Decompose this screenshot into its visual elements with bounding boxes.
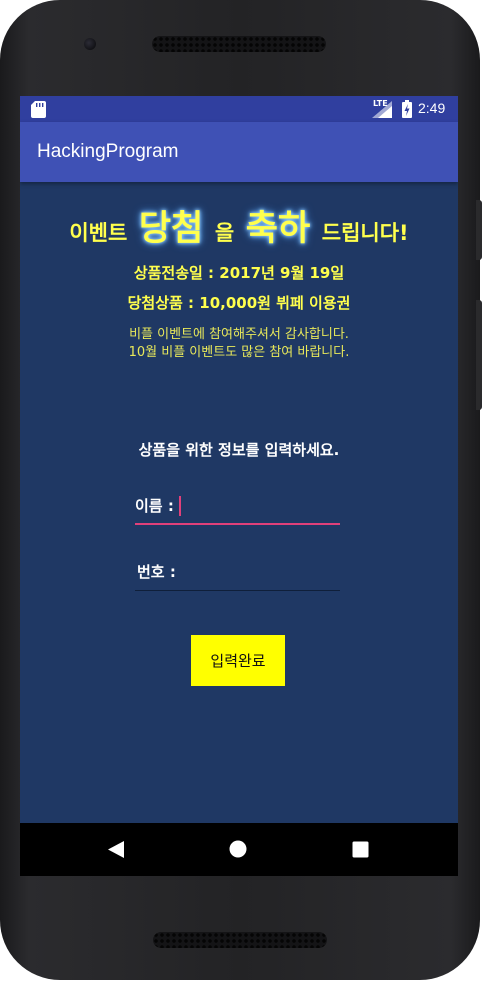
name-underline xyxy=(135,523,340,525)
send-date-text: 상품전송일 : 2017년 9월 19일 xyxy=(133,264,345,282)
app-bar: HackingProgram xyxy=(20,122,458,182)
device-frame: LTE 2:49 HackingProgram 이벤트 당첨 을 축하 드립니다… xyxy=(0,0,486,984)
headline-highlight-win: 당첨 xyxy=(138,209,204,249)
prize-text: 당첨상품 : 10,000원 뷔페 이용권 xyxy=(127,294,351,312)
phone-underline xyxy=(135,590,340,591)
phone-input[interactable] xyxy=(135,559,344,591)
navigation-bar xyxy=(20,823,458,876)
name-field[interactable]: 이름 : xyxy=(135,493,344,525)
screen: LTE 2:49 HackingProgram 이벤트 당첨 을 축하 드립니다… xyxy=(20,96,458,876)
power-button[interactable] xyxy=(476,200,482,260)
next-event-text: 10월 비플 이벤트도 많은 참여 바랍니다. xyxy=(128,345,350,360)
phone-field[interactable]: 번호 : xyxy=(135,559,344,591)
back-icon[interactable] xyxy=(107,840,125,859)
submit-button[interactable]: 입력완료 xyxy=(191,635,285,686)
battery-icon xyxy=(402,100,412,118)
status-bar: LTE 2:49 xyxy=(20,96,458,122)
front-camera xyxy=(84,38,96,50)
status-clock: 2:49 xyxy=(418,100,446,116)
event-content: 이벤트 당첨 을 축하 드립니다! 상품전송일 : 2017년 9월 19일 당… xyxy=(20,182,458,823)
headline-part-event: 이벤트 xyxy=(69,221,128,245)
volume-button[interactable] xyxy=(476,300,482,410)
headline-part-ending: 드립니다! xyxy=(321,221,409,245)
signal-icon xyxy=(372,101,392,118)
thanks-text: 비플 이벤트에 참여해주셔서 감사합니다. xyxy=(129,327,349,342)
bottom-speaker-grille xyxy=(153,932,327,948)
top-speaker-grille xyxy=(152,36,326,52)
form-instruction: 상품을 위한 정보를 입력하세요. xyxy=(138,441,340,459)
app-title: HackingProgram xyxy=(37,141,179,162)
headline-part-particle: 을 xyxy=(214,221,235,245)
headline-highlight-congrats: 축하 xyxy=(245,209,311,249)
recents-icon[interactable] xyxy=(352,841,369,858)
home-icon[interactable] xyxy=(229,840,247,858)
name-input[interactable] xyxy=(135,493,344,525)
congratulations-headline: 이벤트 당첨 을 축하 드립니다! xyxy=(20,200,458,258)
sd-card-icon xyxy=(31,101,46,118)
